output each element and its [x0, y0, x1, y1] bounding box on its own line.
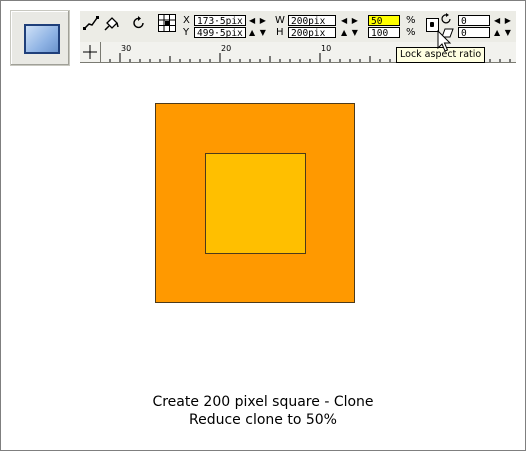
- rotate-icon[interactable]: [130, 14, 148, 32]
- caption-line-1: Create 200 pixel square - Clone: [152, 394, 374, 410]
- shape-editor-icon[interactable]: [82, 14, 100, 32]
- rectangle-tool-icon: [24, 24, 60, 54]
- ruler-origin[interactable]: [80, 42, 101, 63]
- ruler-label-30: 30: [121, 44, 132, 53]
- caption-line-2: Reduce clone to 50%: [189, 412, 337, 428]
- rotate-angle-icon: [441, 13, 451, 24]
- h-label: H: [276, 27, 284, 38]
- x-stepper[interactable]: ◀ ▶: [249, 15, 267, 26]
- x-label: X: [183, 15, 190, 26]
- x-position-field[interactable]: 173·5pix: [194, 15, 246, 27]
- skew-stepper[interactable]: ▲ ▼: [494, 27, 512, 38]
- scale-height-percent-label: %: [406, 27, 416, 38]
- scale-width-field[interactable]: 50: [368, 15, 400, 27]
- rectangle-tool-button[interactable]: [10, 10, 70, 66]
- crosshair-icon: [83, 45, 97, 59]
- height-field[interactable]: 200pix: [288, 27, 336, 39]
- rotation-angle-field[interactable]: 0: [458, 15, 490, 27]
- y-label: Y: [183, 27, 190, 38]
- y-position-field[interactable]: 499·5pix: [194, 27, 246, 39]
- w-label: W: [275, 15, 285, 26]
- grid-selector-icon[interactable]: [157, 13, 177, 33]
- rotation-stepper[interactable]: ◀ ▶: [494, 15, 512, 26]
- height-stepper[interactable]: ▲ ▼: [341, 27, 359, 38]
- ruler-label-10: 10: [321, 44, 332, 53]
- fill-tool-icon[interactable]: [103, 14, 121, 32]
- mouse-pointer-icon: [437, 30, 452, 52]
- scale-height-field[interactable]: 100: [368, 27, 400, 39]
- width-stepper[interactable]: ◀ ▶: [341, 15, 359, 26]
- ruler-label-20: 20: [221, 44, 232, 53]
- skew-angle-field[interactable]: 0: [458, 27, 490, 39]
- y-stepper[interactable]: ▲ ▼: [249, 27, 267, 38]
- width-field[interactable]: 200pix: [288, 15, 336, 27]
- scale-width-percent-label: %: [406, 15, 416, 26]
- cloned-square[interactable]: [205, 153, 306, 254]
